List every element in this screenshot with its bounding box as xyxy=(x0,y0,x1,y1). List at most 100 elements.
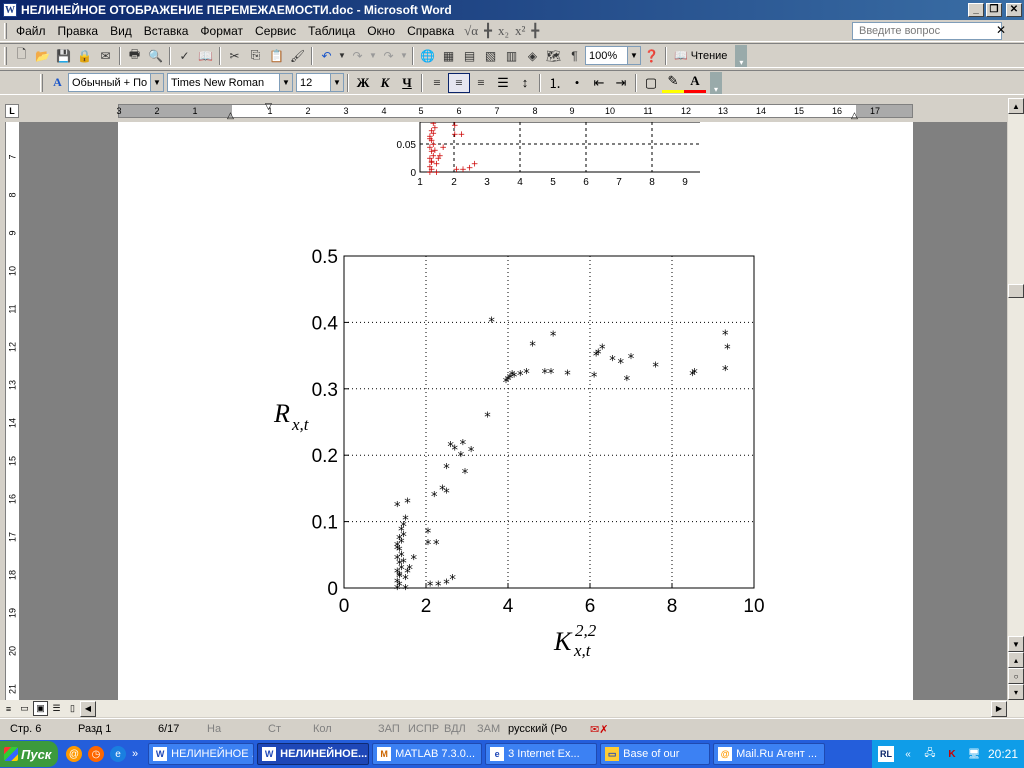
start-button[interactable]: Пуск xyxy=(0,741,58,767)
equation-icon[interactable]: √α xyxy=(464,23,478,39)
paste-icon[interactable]: 📋 xyxy=(266,46,287,66)
tray-expand-icon[interactable]: « xyxy=(900,746,916,762)
status-record[interactable]: ЗАП xyxy=(378,723,400,735)
numbering-icon[interactable]: ⒈ xyxy=(544,73,566,93)
print-preview-icon[interactable]: 🔍 xyxy=(145,46,166,66)
language-indicator[interactable]: RL xyxy=(878,746,894,762)
open-folder-icon[interactable]: 📂 xyxy=(32,46,53,66)
maximize-button[interactable]: ❐ xyxy=(986,3,1002,17)
font-select[interactable]: Times New Roman ▼ xyxy=(167,73,293,92)
print-icon[interactable]: 🖶 xyxy=(124,46,145,66)
horizontal-ruler[interactable]: 3 2 1 1 2 3 4 5 6 7 8 9 10 11 12 13 14 1… xyxy=(116,101,913,121)
redo-alt-icon[interactable]: ↷ xyxy=(378,46,399,66)
subscript-icon[interactable]: x₂ xyxy=(498,23,509,39)
undo-icon[interactable]: ↶ xyxy=(316,46,337,66)
close-document-icon[interactable]: ✕ xyxy=(996,23,1006,37)
scroll-left-icon[interactable]: ◀ xyxy=(80,700,96,717)
toolbar-options-icon[interactable]: ▾ xyxy=(735,44,748,67)
first-line-indent-marker[interactable]: ▽ xyxy=(265,101,272,112)
menu-help[interactable]: Справка xyxy=(401,22,460,40)
taskbar-item[interactable]: @ Mail.Ru Агент ... xyxy=(713,743,826,765)
menu-table[interactable]: Таблица xyxy=(302,22,361,40)
research-icon[interactable]: 📖 xyxy=(195,46,216,66)
align-left-icon[interactable]: ≡ xyxy=(426,73,448,93)
underline-button[interactable]: Ч xyxy=(396,73,418,93)
ask-question-input[interactable]: Введите вопрос xyxy=(852,22,1002,40)
font-color-icon[interactable]: A xyxy=(684,73,706,93)
zoom-select[interactable]: 100% ▼ xyxy=(585,46,641,65)
hyperlink-icon[interactable]: 🌐 xyxy=(417,46,438,66)
menu-view[interactable]: Вид xyxy=(104,22,138,40)
network-icon[interactable]: 🖧 xyxy=(922,746,938,762)
horizontal-scroll-track[interactable] xyxy=(96,701,991,717)
drawing-icon[interactable]: ◈ xyxy=(522,46,543,66)
crosshair-icon[interactable]: ╋ xyxy=(484,23,492,39)
columns-icon[interactable]: ▥ xyxy=(501,46,522,66)
mail-agent-icon[interactable]: @ xyxy=(66,746,82,762)
copy-icon[interactable]: ⎘ xyxy=(245,46,266,66)
chevron-down-icon[interactable]: ▼ xyxy=(150,74,163,91)
show-hide-icon[interactable]: ¶ xyxy=(564,46,585,66)
close-button[interactable]: ✕ xyxy=(1006,3,1022,17)
cut-icon[interactable]: ✂ xyxy=(224,46,245,66)
word-app-icon[interactable]: W xyxy=(3,3,17,17)
reading-mode-button[interactable]: 📖 Чтение xyxy=(670,49,731,63)
document-map-icon[interactable]: 🗺 xyxy=(543,46,564,66)
toolbar-options-icon[interactable]: ▾ xyxy=(710,71,722,94)
quick-launch-expand-icon[interactable]: » xyxy=(132,748,138,760)
crosshair-icon-2[interactable]: ╋ xyxy=(531,23,539,39)
redo-icon[interactable]: ↷ xyxy=(347,46,368,66)
outline-view-icon[interactable]: ☰ xyxy=(49,701,64,716)
tables-borders-icon[interactable]: ▦ xyxy=(438,46,459,66)
style-select[interactable]: Обычный + По ц ▼ xyxy=(68,73,164,92)
reading-view-icon[interactable]: ▯ xyxy=(65,701,80,716)
document-page[interactable]: 0.05 0 1 2 3 4 5 6 7 8 9 10 ++++++++++++… xyxy=(118,122,913,700)
print-layout-icon[interactable]: ▣ xyxy=(33,701,48,716)
chevron-down-icon[interactable]: ▼ xyxy=(279,74,292,91)
save-icon[interactable]: 💾 xyxy=(53,46,74,66)
taskbar-item[interactable]: ▭ Base of our xyxy=(600,743,711,765)
align-center-icon[interactable]: ≡ xyxy=(448,72,470,93)
clock-app-icon[interactable]: ◷ xyxy=(88,746,104,762)
menu-tools[interactable]: Сервис xyxy=(249,22,302,40)
redo-alt-dropdown-icon[interactable]: ▼ xyxy=(399,46,409,66)
highlight-icon[interactable]: ✎ xyxy=(662,73,684,93)
tab-selector[interactable]: L xyxy=(5,104,19,118)
spelling-icon[interactable]: ✓ xyxy=(174,46,195,66)
left-indent-marker[interactable]: △ xyxy=(227,110,234,121)
format-painter-icon[interactable]: 🖌 xyxy=(287,46,308,66)
document-workspace[interactable]: 0.05 0 1 2 3 4 5 6 7 8 9 10 ++++++++++++… xyxy=(20,122,1007,700)
toolbar-grip[interactable] xyxy=(4,46,7,65)
decrease-indent-icon[interactable]: ⇤ xyxy=(588,73,610,93)
chevron-down-icon[interactable]: ▼ xyxy=(627,47,640,64)
taskbar-item[interactable]: W НЕЛИНЕЙНОЕ ... xyxy=(148,743,255,765)
next-page-icon[interactable]: ▾ xyxy=(1008,684,1024,700)
new-document-icon[interactable]: 🗋 xyxy=(11,46,32,66)
bullets-icon[interactable]: • xyxy=(566,73,588,93)
align-right-icon[interactable]: ≡ xyxy=(470,73,492,93)
increase-indent-icon[interactable]: ⇥ xyxy=(610,73,632,93)
menu-insert[interactable]: Вставка xyxy=(138,22,195,40)
right-indent-marker[interactable]: △ xyxy=(851,110,858,121)
borders-icon[interactable]: ▢ xyxy=(640,73,662,93)
menu-file[interactable]: Файл xyxy=(10,22,52,40)
scroll-up-icon[interactable]: ▲ xyxy=(1008,98,1024,114)
taskbar-item[interactable]: e 3 Internet Ex... xyxy=(485,743,598,765)
normal-view-icon[interactable]: ≡ xyxy=(1,701,16,716)
scroll-down-icon[interactable]: ▼ xyxy=(1008,636,1024,652)
help-icon[interactable]: ❓ xyxy=(641,46,662,66)
previous-page-icon[interactable]: ▴ xyxy=(1008,652,1024,668)
menu-grip[interactable] xyxy=(4,22,7,39)
scroll-right-icon[interactable]: ▶ xyxy=(991,700,1007,717)
vertical-ruler[interactable]: 7 8 9 10 11 12 13 14 15 16 17 18 19 20 2… xyxy=(5,122,20,700)
status-extend[interactable]: ВДЛ xyxy=(444,723,466,735)
font-size-select[interactable]: 12 ▼ xyxy=(296,73,344,92)
web-view-icon[interactable]: ▭ xyxy=(17,701,32,716)
taskbar-item-active[interactable]: W НЕЛИНЕЙНОЕ... xyxy=(257,743,370,765)
chevron-down-icon[interactable]: ▼ xyxy=(330,74,343,91)
permission-icon[interactable]: 🔒 xyxy=(74,46,95,66)
scrollbar-thumb[interactable] xyxy=(1008,284,1024,298)
bold-button[interactable]: Ж xyxy=(352,73,374,93)
menu-format[interactable]: Формат xyxy=(194,22,249,40)
status-track-changes[interactable]: ИСПР xyxy=(408,723,439,735)
